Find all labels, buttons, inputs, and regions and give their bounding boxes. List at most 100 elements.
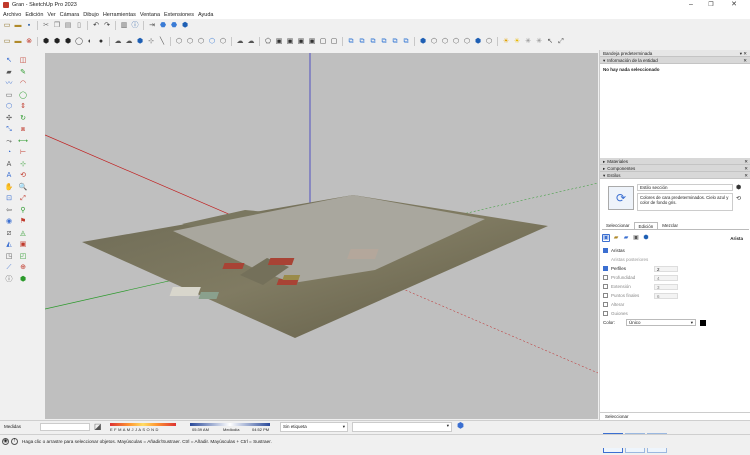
solid-tools-icon[interactable]: ⬡ [484, 37, 494, 47]
rotate-tool-icon[interactable]: ↻ [18, 114, 28, 124]
erase-icon[interactable]: ▯ [74, 21, 84, 31]
zoom-extents-tool-icon[interactable]: ⤢ [18, 194, 28, 204]
section-styles[interactable]: ▾ Estilos ✕ [600, 172, 750, 179]
menu-dibujo[interactable]: Dibujo [83, 12, 99, 18]
close-icon[interactable]: ✕ [744, 172, 748, 178]
undo-icon[interactable]: ↶ [91, 21, 101, 31]
scene-update-icon[interactable]: ⧉ [379, 37, 389, 47]
close-button[interactable]: ✕ [726, 0, 742, 10]
solid-union-tool-icon[interactable]: ⬢ [18, 275, 28, 285]
paint-tool-icon[interactable]: ▰ [4, 68, 14, 78]
zoom-tool-icon[interactable]: 🔍 [18, 183, 28, 193]
scene-icon[interactable]: ⧉ [346, 37, 356, 47]
menu-ayuda[interactable]: Ayuda [198, 12, 214, 18]
style-refresh-icon[interactable]: ⟲ [736, 195, 741, 202]
view-top-icon[interactable]: ⬡ [185, 37, 195, 47]
close-icon[interactable]: ✕ [743, 57, 747, 63]
view-right-icon[interactable]: ⬡ [207, 37, 217, 47]
extension-field[interactable]: 3 [654, 283, 678, 290]
move-tool-icon[interactable]: ✣ [4, 114, 14, 124]
shadow-toggle-icon[interactable]: ◪ [94, 422, 102, 431]
line-tool-icon[interactable]: ✎ [18, 68, 28, 78]
cloud-download-icon[interactable]: ☁ [124, 37, 134, 47]
polygon-tool-icon[interactable]: ⬡ [4, 102, 14, 112]
time-slider[interactable] [190, 423, 270, 426]
smoove-tool-icon[interactable]: ◭ [4, 240, 14, 250]
pointer-icon[interactable]: ↖ [545, 37, 555, 47]
shaded-icon[interactable]: ◐ [85, 37, 95, 47]
walk-tool-icon[interactable]: ⚲ [18, 206, 28, 216]
freehand-tool-icon[interactable]: 〰 [4, 79, 14, 89]
model-info-icon[interactable]: ⓘ [130, 21, 140, 31]
axes-tool-icon[interactable]: ⊹ [18, 160, 28, 170]
menu-ventana[interactable]: Ventana [140, 12, 160, 18]
close-icon[interactable]: ✕ [744, 158, 748, 164]
scene-right-icon[interactable]: ⧉ [401, 37, 411, 47]
add-location-icon[interactable]: ⊹ [146, 37, 156, 47]
offset-tool-icon[interactable]: ⧈ [18, 125, 28, 135]
new-icon[interactable]: ▭ [2, 37, 12, 47]
checkbox[interactable] [603, 257, 608, 262]
prev-view-tool-icon[interactable]: ⇦ [4, 206, 14, 216]
group-icon[interactable]: ⬢ [63, 37, 73, 47]
month-slider[interactable] [110, 423, 176, 426]
share-model-icon[interactable]: ⬢ [180, 21, 190, 31]
eraser-tool-icon[interactable]: ◫ [18, 56, 28, 66]
cancel-icon[interactable]: ⊗ [24, 37, 34, 47]
menu-extensiones[interactable]: Extensiones [164, 12, 194, 18]
section-plane-icon[interactable]: ▢ [318, 37, 328, 47]
sandbox-tool-icon[interactable]: ◬ [18, 229, 28, 239]
open-folder-icon[interactable]: ▬ [13, 21, 23, 31]
tape-measure-tool-icon[interactable]: ⟷ [18, 137, 28, 147]
minimize-button[interactable]: – [683, 0, 699, 10]
edge-row-endpoints[interactable]: Puntos finales 6 [600, 291, 750, 300]
menu-ver[interactable]: Ver [47, 12, 55, 18]
model-info-tool-icon[interactable]: ⓘ [4, 275, 14, 285]
location-icon[interactable]: ⬢ [135, 37, 145, 47]
checkbox[interactable] [603, 311, 608, 316]
scene-add-icon[interactable]: ⧉ [357, 37, 367, 47]
component-options-icon[interactable]: ⬢ [52, 37, 62, 47]
measurements-input[interactable] [40, 423, 90, 431]
cloud-share-icon[interactable]: ☁ [246, 37, 256, 47]
style-update-icon[interactable]: ⬢ [736, 184, 741, 191]
edge-row-guiones[interactable]: Guiones [600, 309, 750, 318]
dimension-tool-icon[interactable]: ⊢ [18, 148, 28, 158]
scene-remove-icon[interactable]: ⧉ [368, 37, 378, 47]
3d-text-tool-icon[interactable]: A [4, 171, 14, 181]
text-tool-icon[interactable]: A [4, 160, 14, 170]
rectangle-tool-icon[interactable]: ▭ [4, 91, 14, 101]
edge-settings-icon[interactable]: ▣ [602, 234, 610, 242]
position-camera-tool-icon[interactable]: ⚑ [18, 217, 28, 227]
print-icon[interactable]: ▥ [119, 21, 129, 31]
hidden-line-icon[interactable]: ▣ [285, 37, 295, 47]
geo-location-tool-icon[interactable]: ⊕ [18, 263, 28, 273]
stamp-tool-icon[interactable]: ▣ [18, 240, 28, 250]
sun-icon[interactable]: ☀ [512, 37, 522, 47]
layer-dropdown[interactable]: ▾ [352, 422, 452, 432]
geolocation-icon[interactable]: ◉ [2, 438, 9, 445]
xray-icon[interactable]: ◯ [74, 37, 84, 47]
tray-controls[interactable]: ▾ ✕ [740, 50, 747, 56]
shaded-textures-icon[interactable]: ▣ [296, 37, 306, 47]
profile-width-field[interactable]: 2 [654, 265, 678, 272]
solid-intersect-icon[interactable]: ⬡ [429, 37, 439, 47]
checkbox[interactable] [603, 302, 608, 307]
solid-union-icon[interactable]: ⬢ [418, 37, 428, 47]
select-tool-icon[interactable]: ↖ [4, 56, 14, 66]
style-name-field[interactable]: Estilo sección [637, 184, 733, 191]
checkbox[interactable] [603, 266, 608, 271]
section-cut-icon[interactable]: ▢ [329, 37, 339, 47]
add-detail-tool-icon[interactable]: ◰ [18, 252, 28, 262]
tag-dropdown[interactable]: Sin etiqueta ▾ [280, 422, 348, 432]
protractor-tool-icon[interactable]: ◔ [4, 148, 14, 158]
edge-row-perfiles[interactable]: Perfiles 2 [600, 264, 750, 273]
follow-me-tool-icon[interactable]: ⤳ [4, 137, 14, 147]
3d-warehouse-icon[interactable]: ⬣ [158, 21, 168, 31]
face-settings-icon[interactable]: ▰ [612, 234, 620, 242]
model-viewport[interactable] [45, 53, 598, 419]
save-icon[interactable]: ▪ [24, 21, 34, 31]
view-iso-icon[interactable]: ⬡ [174, 37, 184, 47]
cloud-sync-icon[interactable]: ☁ [235, 37, 245, 47]
light-icon[interactable]: ✳ [534, 37, 544, 47]
